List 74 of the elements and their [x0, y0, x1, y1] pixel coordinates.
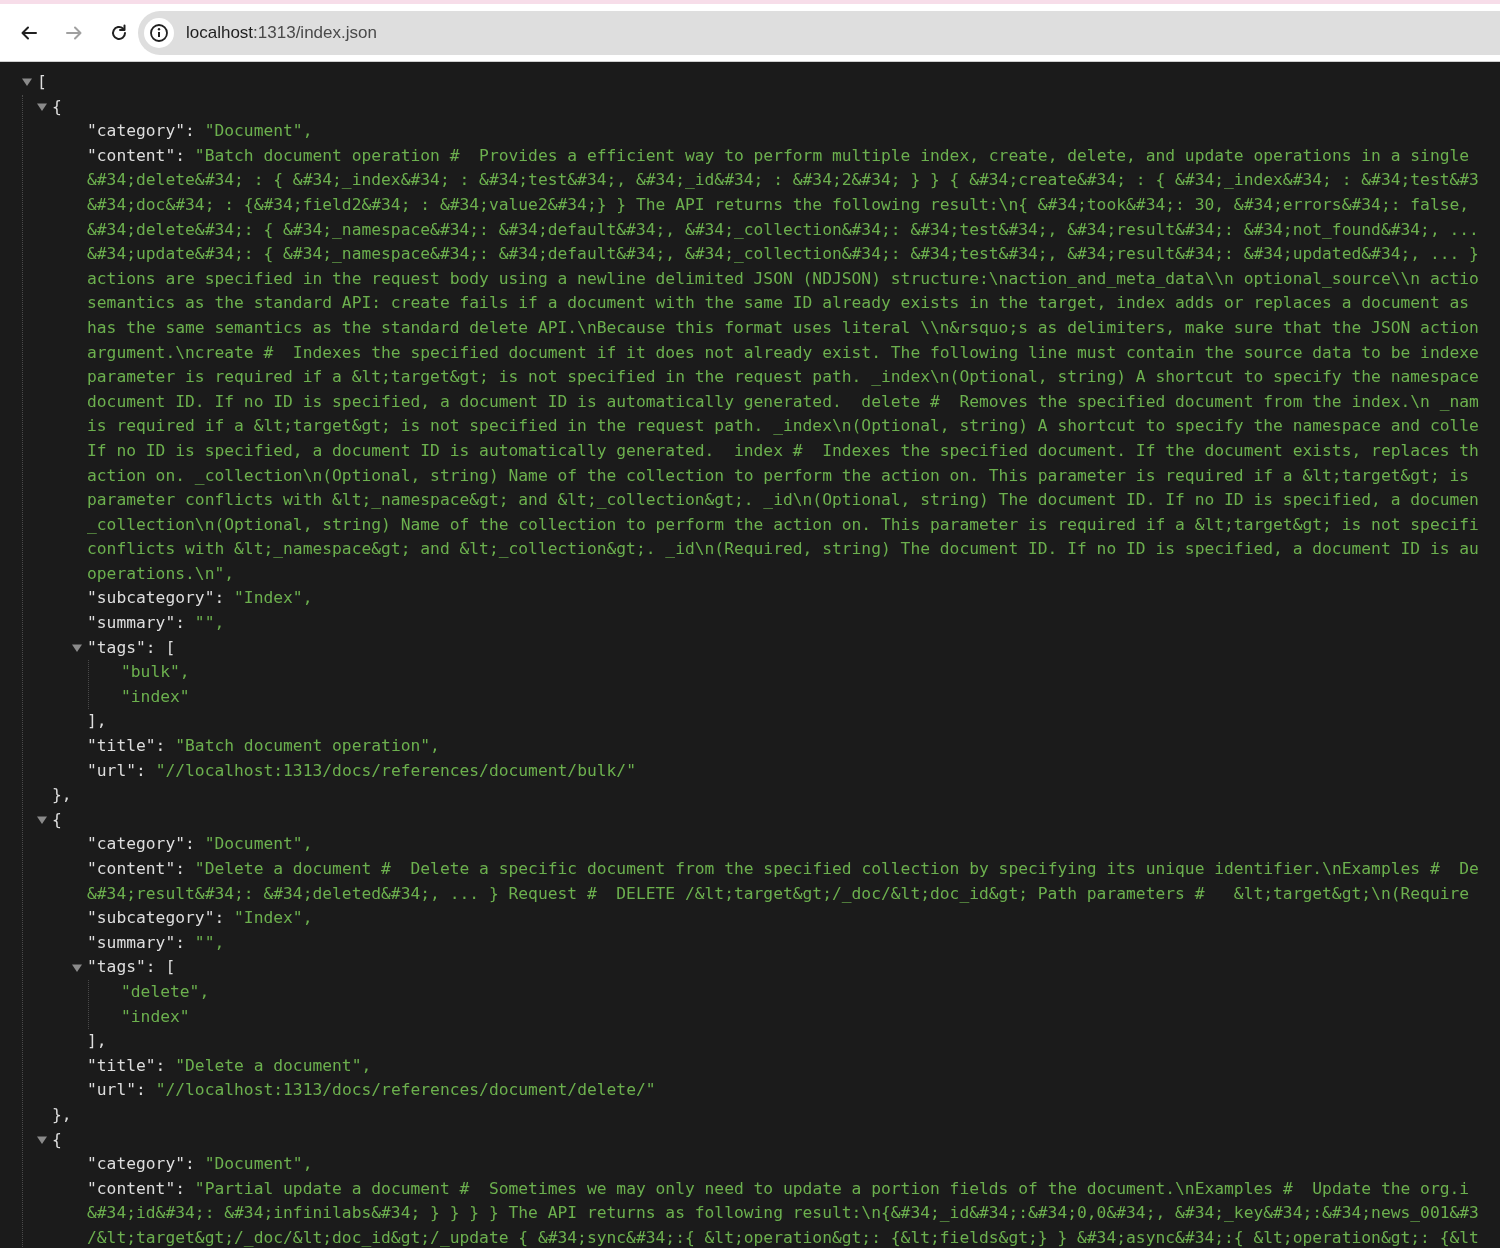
- info-icon[interactable]: [149, 22, 169, 43]
- json-value-line: /&lt;target&gt;/_doc/&lt;doc_id&gt;/_update { &#34;sync&#34;:{ &lt;operation&gt;: {&lt;fields&gt;} } &#34;async&#34;:{ &lt;operation&gt;: {&lt: [87, 1226, 1479, 1248]
- json-value: "Document",: [204, 833, 313, 856]
- expand-arrow-icon[interactable]: [36, 101, 48, 112]
- array-item: "index": [121, 1005, 190, 1028]
- json-value: "Delete a document",: [175, 1054, 372, 1077]
- expand-arrow-icon[interactable]: [71, 642, 83, 653]
- json-value-line: parameter conflicts with &lt;_namespace&gt; and &lt;_collection&gt;. _id\n(Optional, string) The document ID. If no ID is specified, a documen: [87, 489, 1479, 512]
- bracket: {: [52, 1128, 62, 1151]
- json-key: "title":: [87, 734, 166, 759]
- json-key: "category":: [87, 119, 195, 144]
- json-value-line: "Delete a document # Delete a specific document from the specified collection by specifying its unique identifier.\nExamples # De: [194, 858, 1479, 880]
- array-item: "bulk",: [121, 661, 190, 684]
- json-key: "subcategory":: [87, 906, 225, 931]
- bracket: },: [52, 1103, 72, 1126]
- json-value: "",: [194, 931, 225, 954]
- bracket: ],: [87, 1030, 107, 1053]
- json-value: "//localhost:1313/docs/references/document/bulk/": [155, 759, 636, 782]
- json-value: "Index",: [234, 907, 313, 930]
- bracket: [: [165, 956, 176, 979]
- json-value-line: "Batch document operation # Provides a efficient way to perform multiple index, create, delete, and update operations in a single: [194, 144, 1470, 167]
- json-value-line: semantics as the standard API: create fails if a document with the same ID already exists in the target, index adds or replaces a document as: [87, 292, 1470, 315]
- json-value-line: &#34;update&#34;: { &#34;_namespace&#34;: &#34;default&#34;, &#34;_collection&#34;: &#34;test&#34;, &#34;result&#34;: &#34;updated&#34;, ... }: [87, 243, 1479, 266]
- json-value-line: "Partial update a document # Sometimes we may only need to update a portion fields of the document.\nExamples # Update the org.i: [194, 1177, 1470, 1200]
- json-value-line: operations.\n",: [87, 562, 235, 585]
- json-value-line: actions are specified in the request body using a newline delimited JSON (NDJSON) structure:\naction_and_meta_data\\n optional_source\\n actio: [87, 267, 1479, 290]
- json-key: "subcategory":: [87, 586, 225, 612]
- json-value: "Batch document operation",: [175, 735, 440, 758]
- json-key: "summary":: [87, 930, 186, 956]
- bracket: {: [52, 808, 62, 831]
- reload-icon: [109, 22, 129, 43]
- address-bar[interactable]: localhost:1313/index.json: [138, 10, 1500, 55]
- json-key: "category":: [87, 832, 195, 857]
- json-key: "tags":: [87, 955, 156, 980]
- json-key: "summary":: [87, 611, 186, 636]
- json-value: "Document",: [204, 120, 313, 143]
- json-value-line: _collection\n(Optional, string) Name of the collection to perform the action on. This parameter is required if a &lt;target&gt; is not specifi: [87, 513, 1479, 536]
- array-item: "index": [121, 685, 190, 708]
- json-value-line: &#34;delete&#34; : { &#34;_index&#34; : &#34;test&#34;, &#34;_id&#34; : &#34;2&#34; } } { &#34;create&#34; : { &#34;_index&#34; : &#34;test&#3: [87, 169, 1479, 192]
- bracket: [: [165, 636, 176, 659]
- expand-arrow-icon[interactable]: [21, 77, 33, 88]
- json-value-line: argument.\ncreate # Indexes the specified document if it does not already exist. The following line must contain the source data to be indexe: [87, 341, 1479, 364]
- url-text: localhost:1313/index.json: [186, 22, 377, 43]
- json-value-line: document ID. If no ID is specified, a document ID is automatically generated. delete # Removes the specified document from the index.\n _nam: [87, 390, 1479, 413]
- expand-arrow-icon[interactable]: [71, 962, 83, 973]
- expand-arrow-icon[interactable]: [36, 1134, 48, 1145]
- array-item: "delete",: [121, 980, 210, 1003]
- bracket: {: [52, 95, 62, 118]
- json-value: "Index",: [234, 587, 313, 610]
- json-key: "url":: [87, 758, 146, 784]
- json-key: "title":: [87, 1053, 166, 1079]
- json-key: "content":: [87, 143, 186, 169]
- json-key: "tags":: [87, 635, 156, 661]
- json-value: "Document",: [204, 1153, 313, 1176]
- json-value-line: If no ID is specified, a document ID is automatically generated. index # Indexes the specified document. If the document exists, replaces th: [87, 439, 1479, 462]
- json-value-line: &#34;delete&#34;: { &#34;_namespace&#34;: &#34;default&#34;, &#34;_collection&#34;: &#34;test&#34;, &#34;result&#34;: &#34;not_found&#34;, ...: [87, 218, 1479, 241]
- json-value-line: &#34;result&#34;: &#34;deleted&#34;, ... } Request # DELETE /&lt;target&gt;/_doc/&lt;doc_id&gt; Path parameters # &lt;target&gt;\n(Require: [87, 882, 1470, 905]
- bracket: },: [52, 784, 72, 807]
- json-value: "//localhost:1313/docs/references/document/delete/": [155, 1079, 656, 1102]
- json-value-line: is required if a &lt;target&gt; is not specified in the request path. _index\n(Optional, string) A shortcut to specify the namespace and colle: [87, 415, 1479, 438]
- json-value: "",: [194, 612, 225, 635]
- json-value-line: has the same semantics as the standard delete API.\nBecause this format uses literal \\n&rsquo;s as delimiters, make sure that the JSON action: [87, 316, 1479, 339]
- json-value-line: parameter is required if a &lt;target&gt; is not specified in the request path. _index\n(Optional, string) A shortcut to specify the namespace: [87, 366, 1479, 389]
- bracket: ],: [87, 710, 107, 733]
- json-key: "content":: [87, 1176, 186, 1202]
- bracket: [: [37, 71, 47, 93]
- json-key: "category":: [87, 1152, 195, 1177]
- json-value-line: &#34;id&#34;: &#34;infinilabs&#34; } } } } The API returns as following result:\n{&#34;_id&#34;:&#34;0,0&#34;, &#34;_key&#34;:&#34;news_001&#3: [87, 1202, 1479, 1225]
- expand-arrow-icon[interactable]: [36, 815, 48, 826]
- json-key: "url":: [87, 1078, 146, 1103]
- json-key: "content":: [87, 857, 186, 882]
- json-value-line: conflicts with &lt;_namespace&gt; and &lt;_collection&gt;. _id\n(Required, string) The document ID. If no ID is specified, a document ID is au: [87, 538, 1479, 561]
- json-value-line: &#34;doc&#34; : {&#34;field2&#34; : &#34;value2&#34;} } The API returns the following result:\n{ &#34;took&#34;: 30, &#34;errors&#34;: false,: [87, 193, 1470, 216]
- json-value-line: action on. _collection\n(Optional, string) Name of the collection to perform the action on. This parameter is required if a &lt;target&gt; is: [87, 464, 1470, 487]
